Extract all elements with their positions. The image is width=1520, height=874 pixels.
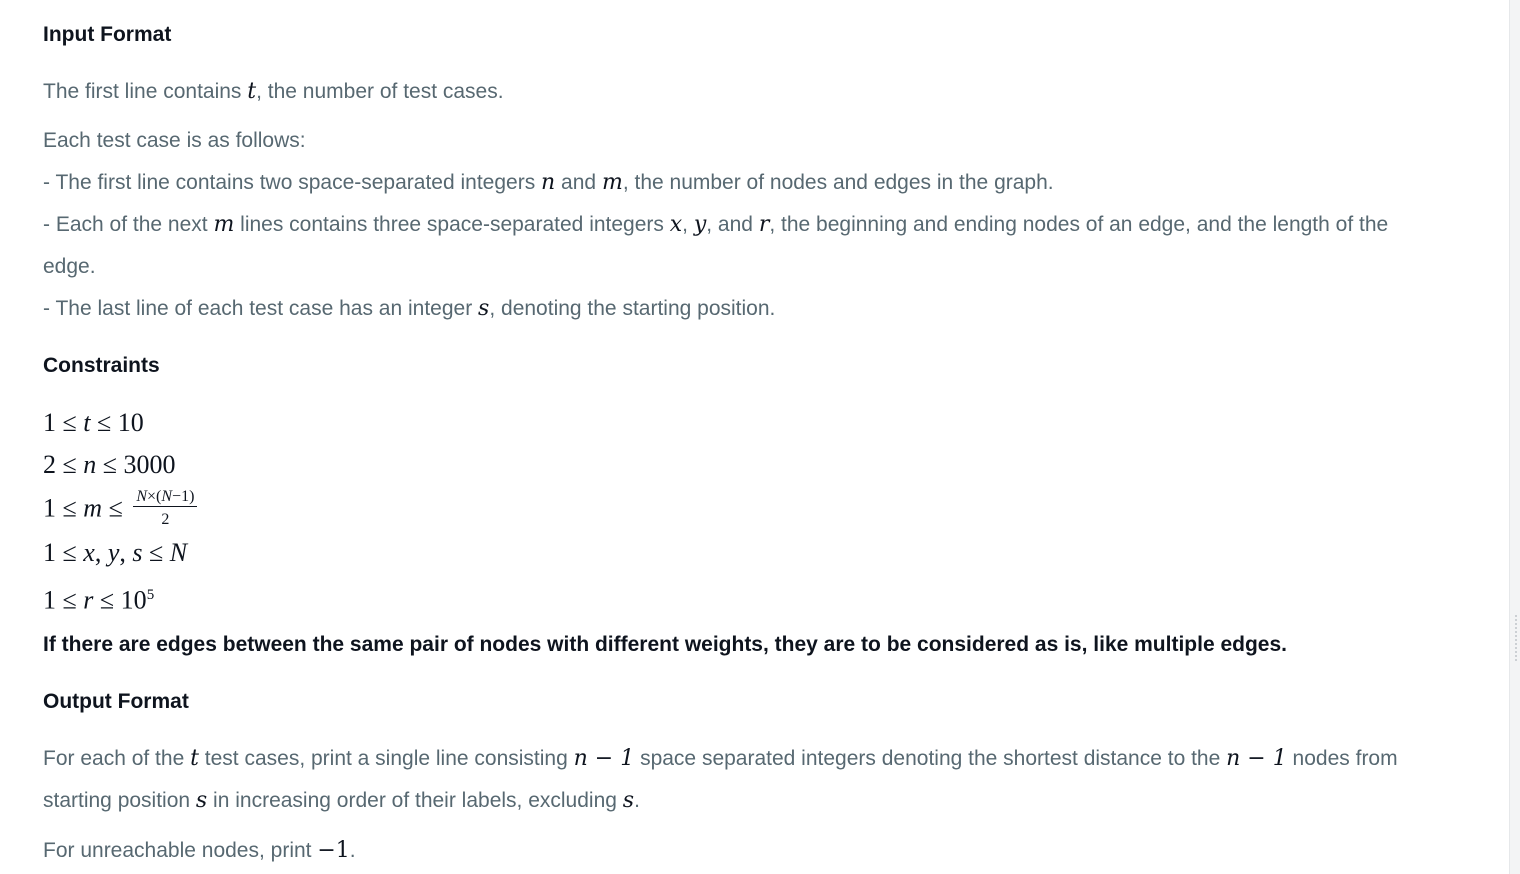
output-format-heading: Output Format (43, 690, 189, 713)
text-segment: . (634, 789, 640, 812)
math-expr-n-minus-1: n − 1 (1226, 746, 1287, 771)
input-test-case-description: Each test case is as follows: - The firs… (43, 120, 1473, 330)
text-segment: The first line contains (43, 80, 248, 103)
output-line-1: For each of the t test cases, print a si… (43, 738, 1473, 780)
multiple-edges-note: If there are edges between the same pair… (43, 633, 1288, 656)
text-segment: For each of the (43, 747, 191, 770)
math-var-n: n (541, 170, 556, 195)
constraint-t: 1 ≤ t ≤ 10 (43, 408, 144, 437)
constraint-xys: 1 ≤ x, y, s ≤ N (43, 538, 188, 567)
constraint-r-prefix: 1 ≤ r ≤ 10 (43, 585, 147, 615)
math-var-s: s (195, 788, 208, 813)
bullet-first-line: - The first line contains two space-sepa… (43, 162, 1473, 204)
constraint-n: 2 ≤ n ≤ 3000 (43, 450, 176, 479)
text-segment: , denoting the starting position. (489, 297, 776, 320)
constraint-m-prefix: 1 ≤ m ≤ (43, 493, 123, 523)
text-segment: - Each of the next (43, 213, 214, 236)
math-var-y: y (693, 212, 707, 237)
fraction: N×(N−1) 2 (133, 488, 198, 529)
math-var-m: m (213, 212, 235, 237)
text-segment: nodes from (1286, 747, 1398, 770)
math-value-minus-one: −1 (317, 838, 350, 863)
math-var-s: s (622, 788, 635, 813)
text-segment: in increasing order of their labels, exc… (207, 789, 623, 812)
text-segment: , (682, 213, 694, 236)
exponent: 5 (146, 587, 155, 603)
scrollbar-grip-icon[interactable] (1514, 614, 1518, 662)
math-var-x: x (669, 212, 683, 237)
text-segment: , the beginning and ending nodes of an e… (769, 213, 1389, 236)
text-segment: test cases, print a single line consisti… (198, 747, 574, 770)
output-line-2: starting position s in increasing order … (43, 780, 1473, 822)
text-segment: . (349, 839, 356, 862)
input-format-heading: Input Format (43, 23, 172, 46)
constraint-r: 1 ≤ r ≤ 105 (43, 579, 154, 617)
text-segment: , the number of nodes and edges in the g… (622, 171, 1054, 194)
text-segment: , the number of test cases. (256, 80, 504, 103)
output-description: For each of the t test cases, print a si… (43, 738, 1473, 822)
constraints-heading: Constraints (43, 354, 160, 377)
bullet-edge-lines: - Each of the next m lines contains thre… (43, 204, 1473, 246)
unreachable-nodes-text: For unreachable nodes, print −1. (43, 830, 1473, 872)
text-segment: , and (706, 213, 759, 236)
text-segment: - The first line contains two space-sepa… (43, 171, 542, 194)
text-segment: For unreachable nodes, print (43, 839, 318, 862)
text-segment: space separated integers denoting the sh… (634, 747, 1227, 770)
input-first-line-text: The first line contains t, the number of… (43, 71, 1473, 113)
bullet-edge-lines-continued: edge. (43, 255, 96, 278)
text-segment: lines contains three space-separated int… (234, 213, 670, 236)
bullet-last-line: - The last line of each test case has an… (43, 288, 1473, 330)
vertical-scrollbar[interactable] (1509, 0, 1520, 874)
math-var-t: t (247, 79, 257, 104)
math-var-t: t (190, 746, 199, 771)
math-expr-n-minus-1: n − 1 (573, 746, 635, 771)
math-var-m: m (601, 170, 623, 195)
fraction-numerator: N×(N−1) (133, 488, 198, 507)
text-segment: - The last line of each test case has an… (43, 297, 479, 320)
math-var-r: r (758, 212, 770, 237)
math-var-s: s (478, 296, 490, 321)
text-segment: and (555, 171, 602, 194)
constraint-m: 1 ≤ m ≤ N×(N−1) 2 (43, 488, 198, 531)
each-test-case-text: Each test case is as follows: (43, 129, 306, 152)
text-segment: starting position (43, 789, 196, 812)
fraction-denominator: 2 (161, 511, 170, 528)
